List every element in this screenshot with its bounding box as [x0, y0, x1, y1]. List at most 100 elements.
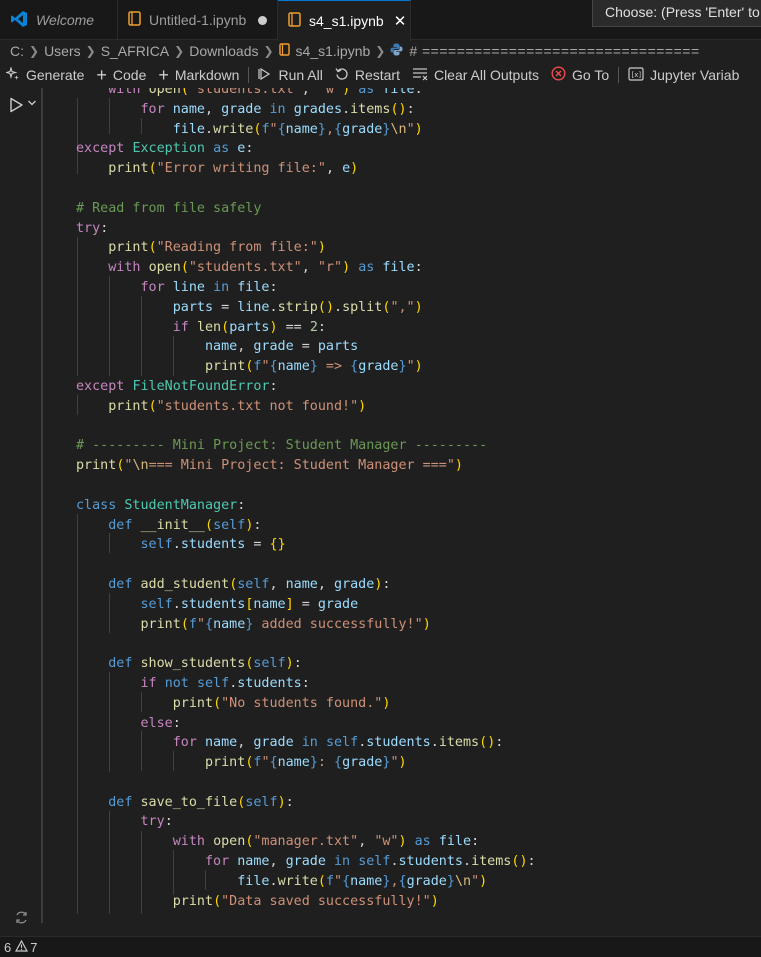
clear-outputs-label: Clear All Outputs	[433, 67, 540, 83]
code-line[interactable]: self.students[name] = grade	[76, 595, 536, 615]
code-line[interactable]: for name, grade in self.students.items()…	[76, 733, 536, 753]
status-bar: 6 7	[0, 936, 761, 957]
go-to-label: Go To	[572, 67, 610, 83]
tab-label: s4_s1.ipynb	[309, 13, 384, 29]
code-line[interactable]: with open("students.txt", "r") as file:	[76, 258, 536, 278]
cell-gutter	[0, 88, 44, 936]
breadcrumb: C: ❯ Users ❯ S_AFRICA ❯ Downloads ❯ s4_s…	[0, 40, 761, 62]
chevron-right-icon: ❯	[263, 44, 274, 58]
code-line[interactable]: else:	[76, 714, 536, 734]
warning-icon	[15, 939, 29, 955]
code-line[interactable]: if not self.students:	[76, 674, 536, 694]
code-line[interactable]: print("Data saved successfully!")	[76, 892, 536, 912]
python-icon	[390, 43, 403, 59]
error-count: 6	[4, 939, 12, 955]
code-line[interactable]: def show_students(self):	[76, 654, 536, 674]
breadcrumb-drive[interactable]: C:	[10, 43, 24, 59]
chevron-right-icon: ❯	[174, 44, 185, 58]
sync-icon	[14, 910, 29, 929]
code-line[interactable]: except Exception as e:	[76, 139, 536, 159]
code-line[interactable]: file.write(f"{name},{grade}\n")	[76, 120, 536, 140]
breadcrumb-item[interactable]: Downloads	[189, 43, 258, 59]
close-icon[interactable]: ✕	[394, 12, 407, 30]
code-cell[interactable]: with open("students.txt", "w") as file: …	[76, 88, 536, 911]
code-line[interactable]	[76, 417, 536, 437]
code-line[interactable]: print("Reading from file:")	[76, 238, 536, 258]
restart-button[interactable]: Restart	[329, 63, 406, 87]
notebook-toolbar: Generate + Code + Markdown Run All Resta…	[0, 62, 761, 88]
unsaved-dot-icon	[258, 15, 267, 25]
breadcrumb-item[interactable]: Users	[44, 43, 81, 59]
code-line[interactable]: try:	[76, 219, 536, 239]
add-code-cell-button[interactable]: + Code	[90, 63, 152, 87]
code-line[interactable]: with open("students.txt", "w") as file:	[76, 88, 536, 100]
problems-indicator[interactable]: 6 7	[0, 939, 38, 955]
code-line[interactable]: try:	[76, 812, 536, 832]
code-line[interactable]: def add_student(self, name, grade):	[76, 575, 536, 595]
chevron-down-icon[interactable]	[27, 98, 37, 111]
clear-outputs-icon	[412, 67, 428, 84]
breadcrumb-cell[interactable]: # ================================	[409, 43, 699, 59]
warning-count: 7	[30, 939, 38, 955]
tab-label: Welcome	[36, 12, 95, 28]
tab-s4-notebook[interactable]: s4_s1.ipynb ✕	[278, 0, 411, 41]
code-label: Code	[112, 67, 147, 83]
restart-label: Restart	[354, 67, 400, 83]
error-circle-icon	[551, 66, 566, 84]
code-line[interactable]: print("\n=== Mini Project: Student Manag…	[76, 456, 536, 476]
command-palette-prompt[interactable]: Choose: (Press 'Enter' to co	[592, 0, 761, 27]
generate-label: Generate	[26, 67, 85, 83]
tab-untitled-notebook[interactable]: Untitled-1.ipynb	[118, 0, 278, 40]
clear-all-outputs-button[interactable]: Clear All Outputs	[406, 63, 545, 87]
code-line[interactable]: parts = line.strip().split(",")	[76, 298, 536, 318]
toolbar-divider	[618, 67, 620, 83]
run-all-label: Run All	[278, 67, 323, 83]
breadcrumb-item[interactable]: S_AFRICA	[101, 43, 169, 59]
code-line[interactable]: print(f"{name} => {grade}")	[76, 357, 536, 377]
notebook-editor[interactable]: with open("students.txt", "w") as file: …	[0, 88, 761, 936]
code-line[interactable]: with open("manager.txt", "w") as file:	[76, 832, 536, 852]
run-cell-icon[interactable]	[8, 97, 24, 116]
code-line[interactable]: print("No students found.")	[76, 694, 536, 714]
plus-icon: +	[96, 65, 107, 85]
plus-icon: +	[158, 65, 169, 85]
notebook-icon	[278, 43, 290, 59]
variables-label: Jupyter Variab	[650, 67, 740, 83]
code-line[interactable]	[76, 773, 536, 793]
code-line[interactable]: self.students = {}	[76, 535, 536, 555]
code-line[interactable]	[76, 634, 536, 654]
jupyter-variables-button[interactable]: [x] Jupyter Variab	[622, 63, 745, 87]
generate-button[interactable]: Generate	[0, 63, 90, 87]
code-line[interactable]: name, grade = parts	[76, 337, 536, 357]
code-line[interactable]: print(f"{name} added successfully!")	[76, 615, 536, 635]
code-line[interactable]: for line in file:	[76, 278, 536, 298]
chevron-right-icon: ❯	[375, 44, 386, 58]
code-line[interactable]	[76, 179, 536, 199]
code-line[interactable]: def save_to_file(self):	[76, 793, 536, 813]
go-to-button[interactable]: Go To	[545, 63, 615, 87]
add-markdown-cell-button[interactable]: + Markdown	[152, 63, 245, 87]
code-line[interactable]	[76, 476, 536, 496]
code-line[interactable]: for name, grade in self.students.items()…	[76, 852, 536, 872]
markdown-label: Markdown	[174, 67, 240, 83]
notebook-icon	[288, 12, 301, 30]
code-line[interactable]: if len(parts) == 2:	[76, 318, 536, 338]
code-line[interactable]: # Read from file safely	[76, 199, 536, 219]
code-line[interactable]: print(f"{name}: {grade}")	[76, 753, 536, 773]
svg-text:[x]: [x]	[632, 71, 642, 79]
vscode-logo-icon	[10, 10, 28, 31]
code-line[interactable]: def __init__(self):	[76, 516, 536, 536]
tab-label: Untitled-1.ipynb	[149, 12, 247, 28]
code-line[interactable]: file.write(f"{name},{grade}\n")	[76, 872, 536, 892]
code-line[interactable]: class StudentManager:	[76, 496, 536, 516]
run-all-button[interactable]: Run All	[252, 63, 328, 87]
code-line[interactable]: print("students.txt not found!")	[76, 397, 536, 417]
code-line[interactable]: for name, grade in grades.items():	[76, 100, 536, 120]
code-line[interactable]: # --------- Mini Project: Student Manage…	[76, 436, 536, 456]
code-line[interactable]: print("Error writing file:", e)	[76, 159, 536, 179]
breadcrumb-item[interactable]: s4_s1.ipynb	[296, 43, 371, 59]
variables-icon: [x]	[628, 66, 644, 84]
code-line[interactable]	[76, 555, 536, 575]
tab-welcome[interactable]: Welcome	[0, 0, 118, 40]
code-line[interactable]: except FileNotFoundError:	[76, 377, 536, 397]
